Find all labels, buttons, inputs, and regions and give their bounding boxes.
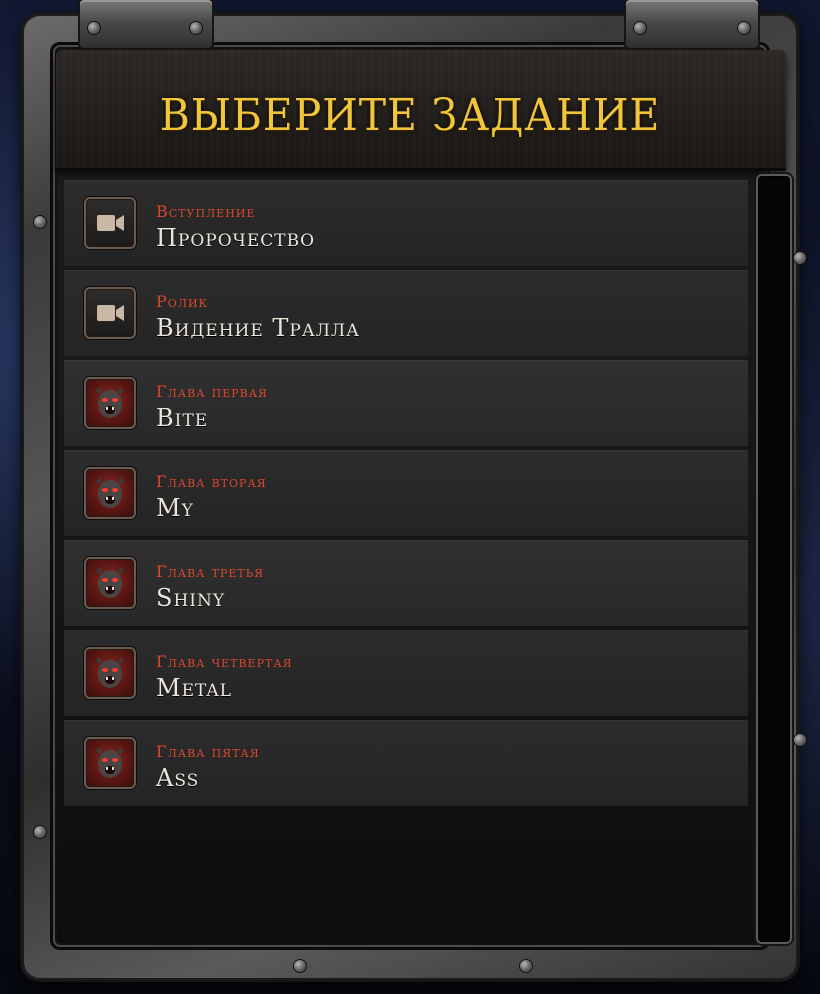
mission-name-label: Bite bbox=[156, 404, 209, 432]
rivet bbox=[634, 22, 646, 34]
rivet bbox=[190, 22, 202, 34]
mission-row-chapter-2[interactable]: Глава вторая My bbox=[64, 450, 748, 536]
mission-row-chapter-3[interactable]: Глава третья Shiny bbox=[64, 540, 748, 626]
mission-name-label: Shiny bbox=[156, 584, 226, 612]
orc-chapter-icon bbox=[84, 647, 136, 699]
mission-kind-label: Глава пятая bbox=[156, 742, 260, 761]
mission-name-label: Видение Тралла bbox=[156, 314, 360, 342]
mission-name-label: Metal bbox=[156, 674, 232, 702]
mission-kind-label: Глава третья bbox=[156, 562, 265, 581]
rivet bbox=[34, 216, 46, 228]
mission-kind-label: Ролик bbox=[156, 292, 209, 311]
orc-chapter-icon bbox=[84, 737, 136, 789]
rivet bbox=[520, 960, 532, 972]
rivet bbox=[88, 22, 100, 34]
dialog-title: ВЫБЕРИТЕ ЗАДАНИЕ bbox=[159, 90, 661, 141]
rivet bbox=[794, 252, 806, 264]
orc-chapter-icon bbox=[84, 377, 136, 429]
mission-kind-label: Глава первая bbox=[156, 382, 268, 401]
orc-chapter-icon bbox=[84, 557, 136, 609]
mission-name-label: Пророчество bbox=[156, 224, 316, 252]
rivet bbox=[34, 826, 46, 838]
cinematic-camera-icon bbox=[84, 197, 136, 249]
mission-row-chapter-4[interactable]: Глава четвертая Metal bbox=[64, 630, 748, 716]
rivet bbox=[738, 22, 750, 34]
mission-kind-label: Глава вторая bbox=[156, 472, 267, 491]
mission-list: Вступление Пророчество Ролик Видение Тра… bbox=[64, 180, 748, 810]
mission-row-prologue[interactable]: Вступление Пророчество bbox=[64, 180, 748, 266]
mission-kind-label: Вступление bbox=[156, 202, 256, 221]
mission-row-chapter-1[interactable]: Глава первая Bite bbox=[64, 360, 748, 446]
cinematic-camera-icon bbox=[84, 287, 136, 339]
mission-name-label: Ass bbox=[156, 764, 200, 792]
rivet bbox=[794, 734, 806, 746]
mission-name-label: My bbox=[156, 494, 194, 522]
mission-list-scrollbar[interactable] bbox=[758, 176, 790, 942]
mission-row-cinematic[interactable]: Ролик Видение Тралла bbox=[64, 270, 748, 356]
mission-row-chapter-5[interactable]: Глава пятая Ass bbox=[64, 720, 748, 806]
rivet bbox=[294, 960, 306, 972]
mission-kind-label: Глава четвертая bbox=[156, 652, 293, 671]
orc-chapter-icon bbox=[84, 467, 136, 519]
